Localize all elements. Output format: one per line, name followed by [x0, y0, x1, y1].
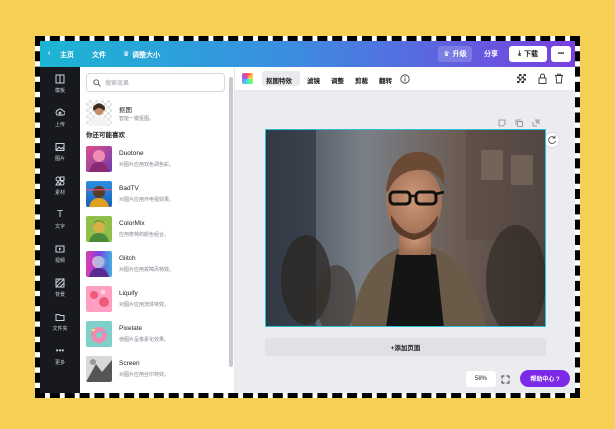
- man-with-glasses-photo: [266, 130, 545, 326]
- fullscreen-icon[interactable]: [501, 375, 510, 384]
- help-center-button[interactable]: 帮助中心 ?: [520, 370, 570, 387]
- effect-desc: 对图片应用坏电视效果。: [119, 197, 175, 203]
- rail-item-video[interactable]: 视频: [40, 237, 80, 271]
- pixelate-thumbnail: [86, 321, 112, 347]
- effect-desc: 对图片应用丝印特效。: [119, 372, 170, 378]
- section-title: 你还可能喜欢: [86, 132, 125, 139]
- effect-desc: 使图片呈像素化效果。: [119, 337, 170, 343]
- image-icon: [55, 143, 65, 151]
- rail-item-text[interactable]: T 文字: [40, 203, 80, 237]
- tool-flip[interactable]: 翻转: [379, 75, 392, 85]
- transparency-icon[interactable]: [517, 74, 526, 83]
- home-link[interactable]: 主页: [60, 50, 74, 60]
- effect-name: Duotone: [119, 150, 144, 157]
- effect-name: Liquify: [119, 290, 138, 297]
- rail-item-more[interactable]: ••• 更多: [40, 339, 80, 373]
- back-chevron-icon[interactable]: ‹: [48, 50, 50, 57]
- effect-name: Pixelate: [119, 325, 143, 332]
- info-icon[interactable]: [400, 74, 410, 84]
- effect-badtv[interactable]: BadTV 对图片应用坏电视效果。: [86, 181, 226, 211]
- top-bar: ‹ 主页 文件 ♛ 调整大小 ♛ 升级 分享 ⤓ 下载 •••: [40, 41, 575, 67]
- effect-name: ColorMix: [119, 220, 145, 227]
- glitch-thumbnail: [86, 251, 112, 277]
- screen-thumbnail: [86, 356, 112, 382]
- left-rail: 模板 上传 图片 素材 T 文字 视频 背景 文件夹 ••• 更多: [40, 67, 80, 393]
- cutout-thumbnail: [86, 100, 112, 126]
- tool-filter[interactable]: 滤镜: [307, 75, 320, 85]
- background-icon: [55, 278, 65, 288]
- effect-name: Screen: [119, 360, 140, 367]
- effect-colormix[interactable]: ColorMix 应用奇特的颜色组合。: [86, 216, 226, 246]
- tool-effects[interactable]: 抠图特效: [266, 75, 292, 85]
- search-input[interactable]: 搜索效果: [86, 73, 225, 92]
- effect-desc: 对图片应用双色调色彩。: [119, 162, 175, 168]
- add-page-icon[interactable]: [532, 119, 540, 127]
- rail-item-images[interactable]: 图片: [40, 135, 80, 169]
- effect-pixelate[interactable]: Pixelate 使图片呈像素化效果。: [86, 321, 226, 351]
- share-button[interactable]: 分享: [476, 46, 506, 62]
- lock-icon[interactable]: [538, 73, 547, 84]
- editor-toolbar: 抠图特效 滤镜 调整 剪裁 翻转: [235, 67, 575, 91]
- text-icon: T: [56, 209, 64, 220]
- canvas-photo[interactable]: [265, 129, 546, 327]
- file-menu[interactable]: 文件: [92, 50, 106, 60]
- effect-liquify[interactable]: Liquify 对图片应用流体特效。: [86, 286, 226, 316]
- effect-name: 抠图: [119, 107, 132, 114]
- tool-crop[interactable]: 剪裁: [355, 75, 368, 85]
- liquify-thumbnail: [86, 286, 112, 312]
- effect-screen[interactable]: Screen 对图片应用丝印特效。: [86, 356, 226, 386]
- effect-cutout[interactable]: 抠图 智能一键抠图。: [86, 100, 226, 130]
- upload-icon: [55, 108, 65, 116]
- rail-item-elements[interactable]: 素材: [40, 169, 80, 203]
- effect-name: Glitch: [119, 255, 136, 262]
- template-icon: [55, 74, 65, 84]
- effect-desc: 应用奇特的颜色组合。: [119, 232, 170, 238]
- color-palette-icon[interactable]: [242, 73, 253, 84]
- effect-glitch[interactable]: Glitch 对图片应用故障风特效。: [86, 251, 226, 281]
- more-icon: •••: [55, 346, 65, 355]
- search-placeholder: 搜索效果: [105, 81, 130, 87]
- rail-item-background[interactable]: 背景: [40, 271, 80, 305]
- duotone-thumbnail: [86, 146, 112, 172]
- duplicate-page-icon[interactable]: [515, 119, 523, 127]
- effect-desc: 对图片应用流体特效。: [119, 302, 170, 308]
- zoom-level[interactable]: 58%: [466, 371, 496, 387]
- upgrade-button[interactable]: ♛ 升级: [438, 46, 472, 62]
- rail-item-folder[interactable]: 文件夹: [40, 305, 80, 339]
- effect-duotone[interactable]: Duotone 对图片应用双色调色彩。: [86, 146, 226, 176]
- refresh-icon: [548, 135, 556, 144]
- effect-desc: 智能一键抠图。: [119, 116, 155, 122]
- refresh-button[interactable]: [545, 133, 559, 147]
- editor-app: ‹ 主页 文件 ♛ 调整大小 ♛ 升级 分享 ⤓ 下载 ••• 模板 上传 图片 素…: [40, 41, 575, 393]
- effect-desc: 对图片应用故障风特效。: [119, 267, 175, 273]
- more-options-button[interactable]: •••: [551, 46, 571, 62]
- download-icon: ⤓: [517, 50, 522, 57]
- download-button[interactable]: ⤓ 下载: [509, 46, 547, 62]
- add-page-button[interactable]: +添加页面: [265, 338, 546, 356]
- badtv-thumbnail: [86, 181, 112, 207]
- folder-icon: [55, 314, 65, 321]
- resize-crown-icon: ♛: [123, 51, 130, 58]
- trash-icon[interactable]: [554, 73, 564, 84]
- effects-panel: 搜索效果 抠图 智能一键抠图。 你还可能喜欢 Duotone 对图片应用双色调色…: [80, 67, 235, 393]
- effect-name: BadTV: [119, 185, 139, 192]
- panel-scrollbar[interactable]: [229, 77, 233, 367]
- rail-item-templates[interactable]: 模板: [40, 67, 80, 101]
- screenshot-frame: ‹ 主页 文件 ♛ 调整大小 ♛ 升级 分享 ⤓ 下载 ••• 模板 上传 图片 素…: [35, 36, 580, 398]
- elements-icon: [55, 176, 65, 186]
- resize-menu[interactable]: 调整大小: [132, 50, 160, 60]
- search-icon: [93, 79, 101, 87]
- tool-adjust[interactable]: 调整: [331, 75, 344, 85]
- rail-item-upload[interactable]: 上传: [40, 101, 80, 135]
- colormix-thumbnail: [86, 216, 112, 242]
- note-icon[interactable]: [498, 119, 506, 127]
- video-icon: [55, 245, 65, 253]
- crown-icon: ♛: [443, 51, 450, 58]
